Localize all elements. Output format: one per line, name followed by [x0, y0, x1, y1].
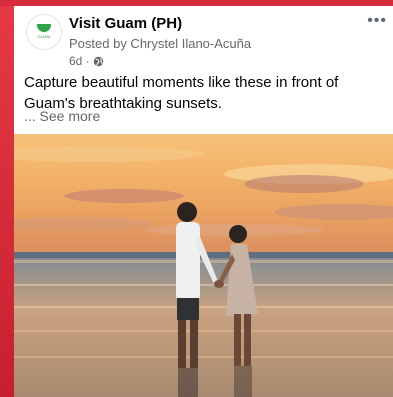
page-name-link[interactable]: Visit Guam (PH) — [69, 15, 182, 32]
left-accent-strip — [0, 0, 14, 397]
post-timestamp[interactable]: 6d · — [69, 54, 90, 68]
posted-by-label: Posted by Chrystel Ilano-Acuña — [69, 36, 252, 51]
ellipsis-icon[interactable]: ••• — [367, 13, 387, 29]
guam-logo-icon — [37, 23, 51, 32]
post-card: GUAM Visit Guam (PH) Posted by Chrystel … — [14, 6, 393, 397]
post-meta: 6d · — [69, 54, 104, 68]
page-avatar[interactable]: GUAM — [26, 14, 62, 50]
see-more-link[interactable]: ... See more — [24, 108, 100, 124]
avatar-logo-text: GUAM — [37, 33, 51, 39]
post-header: GUAM Visit Guam (PH) Posted by Chrystel … — [14, 6, 393, 70]
post-photo[interactable] — [14, 134, 393, 397]
sunset-couple-image — [14, 134, 393, 397]
globe-icon — [93, 56, 103, 66]
